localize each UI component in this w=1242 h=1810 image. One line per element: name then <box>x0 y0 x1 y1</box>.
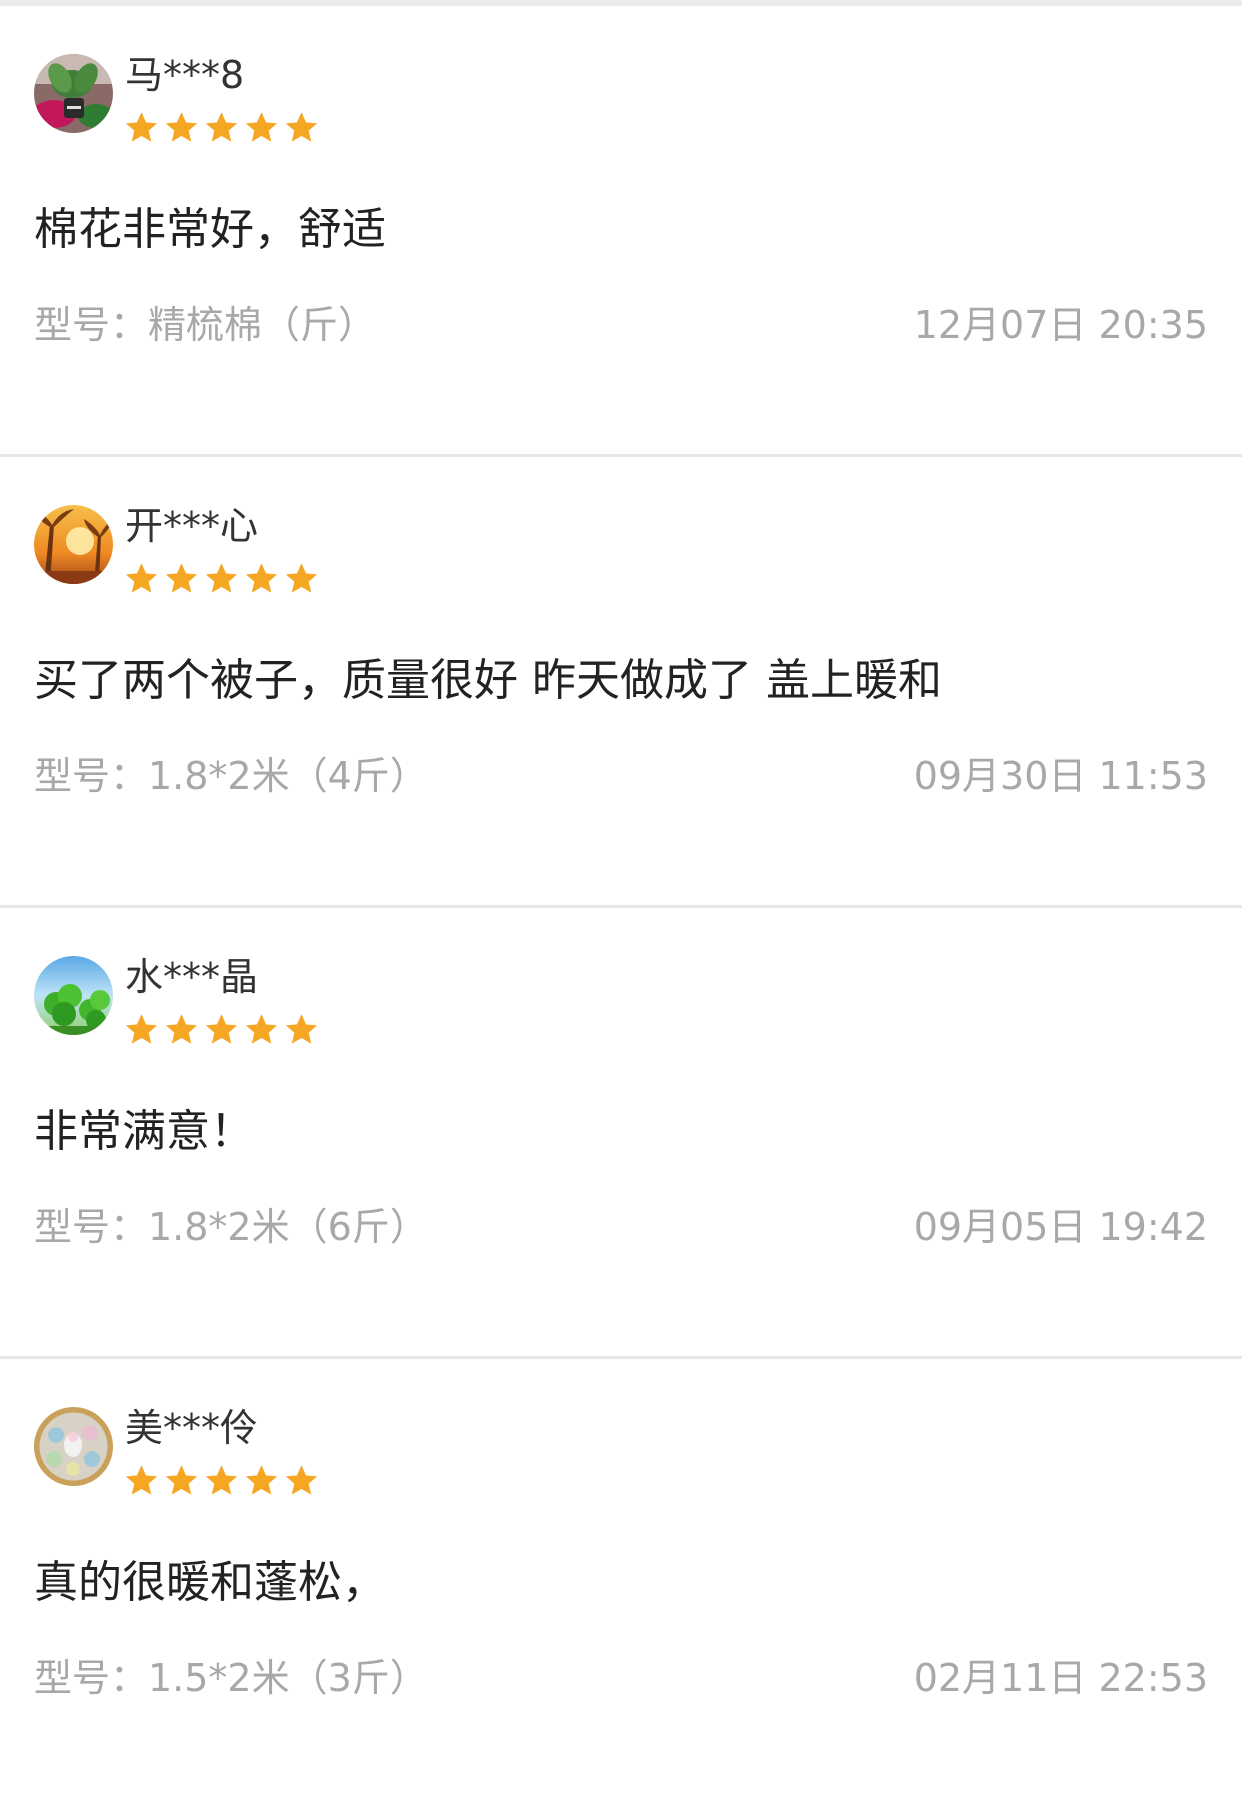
star-icon <box>165 1014 198 1044</box>
clover-avatar-icon[interactable] <box>34 956 113 1035</box>
star-icon <box>165 112 198 142</box>
star-icon <box>205 112 238 142</box>
star-rating <box>124 1012 319 1052</box>
star-icon <box>125 112 158 142</box>
star-icon <box>285 1014 318 1044</box>
star-icon <box>285 1465 318 1495</box>
product-model: 型号：1.8*2米（6斤） <box>34 1205 428 1249</box>
star-icon <box>125 1014 158 1044</box>
review-item: 开***心 买了两个被子，质量很好 昨天做成了 盖上暖和 型号：1.8*2米（4… <box>0 457 1242 908</box>
reviewer-name: 马***8 <box>125 53 245 97</box>
star-icon <box>125 1465 158 1495</box>
review-timestamp: 02月11日 22:53 <box>913 1656 1208 1700</box>
product-model: 型号：1.8*2米（4斤） <box>34 754 428 798</box>
review-item: 美***伶 真的很暖和蓬松， 型号：1.5*2米（3斤） 02月11日 22:5… <box>0 1359 1242 1810</box>
review-item: 水***晶 非常满意！ 型号：1.8*2米（6斤） 09月05日 19:42 <box>0 908 1242 1359</box>
review-comment: 棉花非常好，舒适 <box>34 204 386 255</box>
star-icon <box>245 1465 278 1495</box>
review-comment: 真的很暖和蓬松， <box>34 1557 386 1608</box>
star-icon <box>125 563 158 593</box>
review-timestamp: 12月07日 20:35 <box>913 303 1208 347</box>
review-item: 马***8 棉花非常好，舒适 型号：精梳棉（斤） 12月07日 20:35 <box>0 6 1242 457</box>
review-timestamp: 09月30日 11:53 <box>913 754 1208 798</box>
product-model: 型号：1.5*2米（3斤） <box>34 1656 428 1700</box>
star-icon <box>205 1014 238 1044</box>
star-icon <box>285 112 318 142</box>
star-rating <box>124 110 319 150</box>
star-icon <box>205 563 238 593</box>
review-comment: 买了两个被子，质量很好 昨天做成了 盖上暖和 <box>34 655 942 706</box>
reviewer-name: 美***伶 <box>125 1406 259 1450</box>
star-icon <box>245 112 278 142</box>
star-rating <box>124 1463 319 1503</box>
review-timestamp: 09月05日 19:42 <box>913 1205 1208 1249</box>
review-list: 马***8 棉花非常好，舒适 型号：精梳棉（斤） 12月07日 20:35 开*… <box>0 6 1242 1810</box>
product-model: 型号：精梳棉（斤） <box>34 303 377 347</box>
star-icon <box>285 563 318 593</box>
star-icon <box>165 563 198 593</box>
star-icon <box>245 1014 278 1044</box>
star-icon <box>205 1465 238 1495</box>
star-icon <box>245 563 278 593</box>
review-comment: 非常满意！ <box>34 1106 254 1157</box>
reviewer-name: 开***心 <box>125 504 259 548</box>
potted-plant-avatar-icon[interactable] <box>34 54 113 133</box>
star-icon <box>165 1465 198 1495</box>
crafts-avatar-icon[interactable] <box>34 1407 113 1486</box>
reviewer-name: 水***晶 <box>125 955 259 999</box>
sunset-palm-avatar-icon[interactable] <box>34 505 113 584</box>
star-rating <box>124 561 319 601</box>
